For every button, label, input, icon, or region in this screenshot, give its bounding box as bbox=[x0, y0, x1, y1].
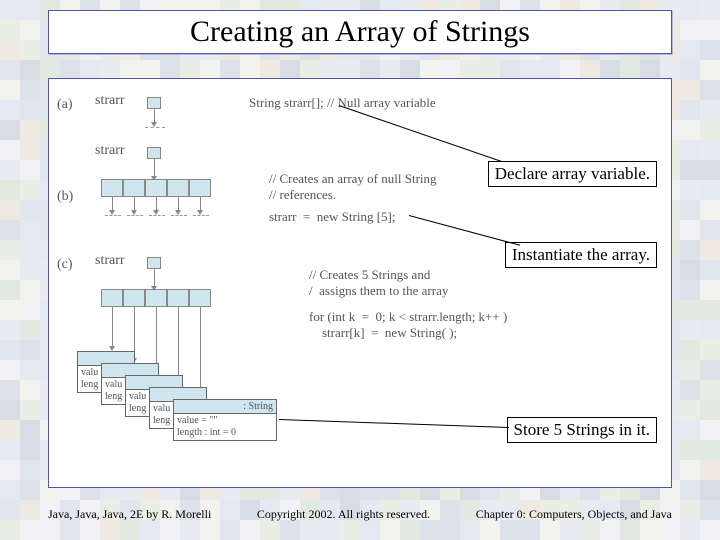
line-declare bbox=[339, 105, 502, 162]
line-instantiate bbox=[409, 215, 520, 246]
code-b-comment: // Creates an array of null String // re… bbox=[269, 171, 437, 204]
footer-right: Chapter 0: Computers, Objects, and Java bbox=[476, 507, 672, 522]
b-d4 bbox=[193, 215, 209, 216]
b-d3 bbox=[171, 215, 187, 216]
b-d2 bbox=[149, 215, 165, 216]
footer-mid: Copyright 2002. All rights reserved. bbox=[257, 507, 430, 522]
callout-instantiate: Instantiate the array. bbox=[505, 242, 657, 268]
slide-title-box: Creating an Array of Strings bbox=[48, 10, 672, 54]
obj-class: : String bbox=[174, 400, 276, 414]
var-box-b bbox=[147, 147, 161, 159]
c-ref-3 bbox=[178, 307, 179, 383]
footer: Java, Java, Java, 2E by R. Morelli Copyr… bbox=[48, 507, 672, 522]
obj-value: value = "" bbox=[177, 415, 217, 426]
section-c-label: (c) bbox=[57, 257, 73, 273]
c-ref-0 bbox=[112, 307, 113, 347]
ref-arrow-c bbox=[154, 269, 155, 287]
array-row-c bbox=[101, 289, 211, 307]
footer-left: Java, Java, Java, 2E by R. Morelli bbox=[48, 507, 211, 522]
content-box: (a) strarr String strarr[]; // Null arra… bbox=[48, 78, 672, 488]
code-a: String strarr[]; // Null array variable bbox=[249, 95, 436, 111]
b-null-2 bbox=[156, 197, 157, 211]
b-null-0 bbox=[112, 197, 113, 211]
null-arrow-a bbox=[154, 109, 155, 123]
c-ref-2 bbox=[156, 307, 157, 371]
code-b-stmt: strarr = new String [5]; bbox=[269, 209, 395, 225]
null-dash-a bbox=[145, 127, 165, 128]
array-row-b bbox=[101, 179, 211, 197]
callout-store: Store 5 Strings in it. bbox=[507, 417, 657, 443]
b-d0 bbox=[105, 215, 121, 216]
b-null-1 bbox=[134, 197, 135, 211]
b-d1 bbox=[127, 215, 143, 216]
slide-title: Creating an Array of Strings bbox=[190, 15, 530, 49]
strarr-label-b: strarr bbox=[95, 143, 125, 159]
code-c-comment: // Creates 5 Strings and / assigns them … bbox=[309, 267, 448, 300]
strarr-label-a: strarr bbox=[95, 93, 125, 109]
callout-declare: Declare array variable. bbox=[488, 161, 657, 187]
section-b-label: (b) bbox=[57, 189, 73, 205]
b-null-4 bbox=[200, 197, 201, 211]
var-box-a bbox=[147, 97, 161, 109]
strarr-label-c: strarr bbox=[95, 253, 125, 269]
c-ref-4 bbox=[200, 307, 201, 395]
obj-card-4: : String value = "" length : int = 0 bbox=[173, 399, 277, 441]
code-c-loop: for (int k = 0; k < strarr.length; k++ )… bbox=[309, 309, 507, 342]
ref-arrow-b bbox=[154, 159, 155, 177]
b-null-3 bbox=[178, 197, 179, 211]
line-store bbox=[279, 419, 509, 428]
section-a-label: (a) bbox=[57, 97, 73, 113]
obj-length: length : int = 0 bbox=[177, 427, 236, 438]
var-box-c bbox=[147, 257, 161, 269]
